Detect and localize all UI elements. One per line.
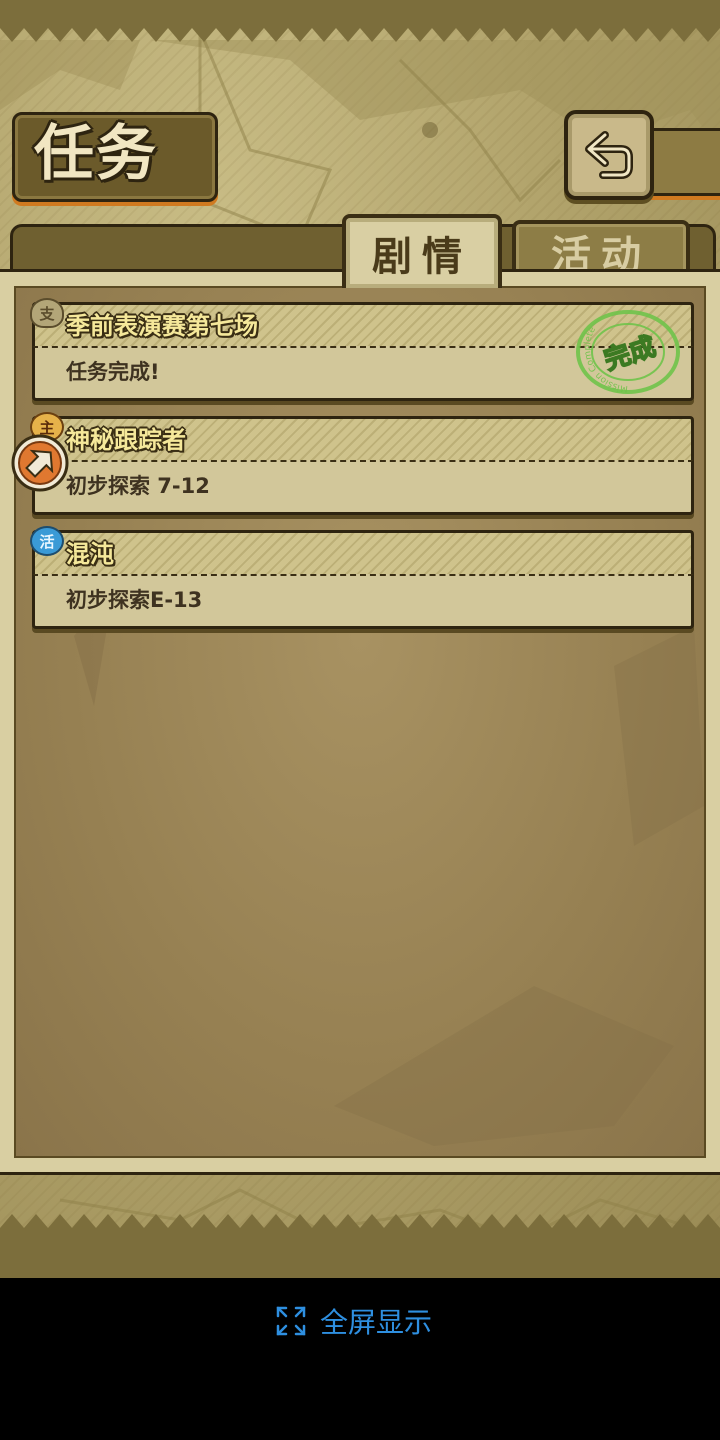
quest-panel [0, 269, 720, 1175]
back-button[interactable] [564, 110, 654, 200]
quest-title: 混沌 [66, 540, 114, 568]
torn-edge-bottom [0, 1214, 720, 1278]
page-title: 任务 [34, 119, 158, 189]
game-screen: 任务 剧情 活动 支 季前表演赛第七场 任务完成! 主 神秘跟踪者 初步探索 7… [0, 0, 720, 1278]
back-arrow-icon [585, 131, 633, 179]
tab-events[interactable]: 活动 [512, 220, 690, 280]
quest-title: 神秘跟踪者 [66, 426, 186, 454]
fullscreen-button[interactable]: 全屏显示 [276, 1300, 432, 1342]
quest-type-badge: 支 [30, 298, 64, 328]
fullscreen-label: 全屏显示 [320, 1306, 433, 1339]
tab-story[interactable]: 剧情 [342, 214, 502, 288]
quest-description: 初步探索 7-12 [66, 474, 210, 498]
quest-header [32, 530, 694, 577]
quest-description: 初步探索E-13 [66, 588, 203, 612]
quest-title: 季前表演赛第七场 [66, 312, 258, 340]
quest-row[interactable]: 活 混沌 初步探索E-13 [30, 526, 694, 629]
expand-icon [276, 1306, 306, 1336]
quest-description: 任务完成! [66, 360, 160, 384]
quest-row[interactable]: 主 神秘跟踪者 初步探索 7-12 [30, 412, 694, 515]
mission-complete-stamp: Mission Complete 完成 [576, 310, 680, 394]
stamp-text: 完成 [600, 331, 659, 377]
torn-edge-top [0, 0, 720, 42]
quest-type-badge: 活 [30, 526, 64, 556]
selection-pointer-icon [11, 434, 69, 492]
